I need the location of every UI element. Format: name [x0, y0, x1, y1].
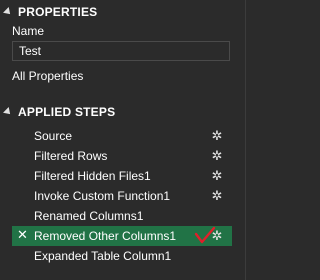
step-label: Invoke Custom Function1 [34, 189, 171, 203]
step-removed-other-columns1[interactable]: ✕ Removed Other Columns1 ✲ [12, 226, 232, 246]
properties-header[interactable]: PROPERTIES [3, 4, 98, 20]
gear-icon[interactable]: ✲ [210, 169, 224, 183]
step-expanded-table-column1[interactable]: Expanded Table Column1 [12, 246, 232, 266]
step-label: Removed Other Columns1 [34, 229, 177, 243]
gear-icon[interactable]: ✲ [210, 129, 224, 143]
step-label: Filtered Hidden Files1 [34, 169, 151, 183]
step-label: Filtered Rows [34, 149, 108, 163]
collapse-triangle-icon[interactable] [3, 107, 13, 117]
step-label: Expanded Table Column1 [34, 249, 172, 263]
step-invoke-custom-function1[interactable]: Invoke Custom Function1 ✲ [12, 186, 232, 206]
step-renamed-columns1[interactable]: Renamed Columns1 [12, 206, 232, 226]
properties-header-label: PROPERTIES [18, 5, 98, 19]
all-properties-link[interactable]: All Properties [12, 69, 83, 83]
step-label: Renamed Columns1 [34, 209, 144, 223]
name-label: Name [12, 24, 45, 38]
applied-steps-header-label: APPLIED STEPS [18, 105, 116, 119]
step-filtered-hidden-files1[interactable]: Filtered Hidden Files1 ✲ [12, 166, 232, 186]
delete-step-icon[interactable]: ✕ [17, 228, 29, 242]
step-label: Source [34, 129, 73, 143]
query-settings-pane: PROPERTIES Name Test All Properties APPL… [0, 0, 246, 280]
step-source[interactable]: Source ✲ [12, 126, 232, 146]
gear-icon[interactable]: ✲ [210, 189, 224, 203]
applied-steps-header[interactable]: APPLIED STEPS [3, 104, 116, 120]
step-filtered-rows[interactable]: Filtered Rows ✲ [12, 146, 232, 166]
applied-steps-list: Source ✲ Filtered Rows ✲ Filtered Hidden… [12, 126, 232, 266]
collapse-triangle-icon[interactable] [3, 7, 13, 17]
gear-icon[interactable]: ✲ [210, 229, 224, 243]
query-name-input[interactable]: Test [12, 41, 230, 61]
gear-icon[interactable]: ✲ [210, 149, 224, 163]
